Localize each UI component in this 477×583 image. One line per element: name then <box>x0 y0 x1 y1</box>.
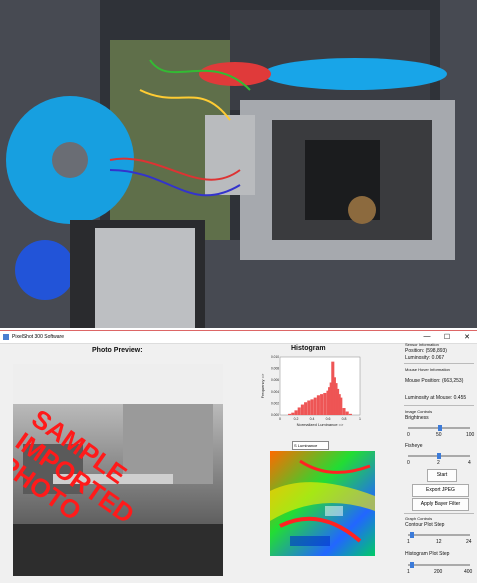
histogram-bar <box>313 397 317 415</box>
start-button[interactable]: Start <box>427 469 457 482</box>
window-title: PixelShot 300 Software <box>12 334 64 340</box>
brightness-label: Brightness <box>405 415 429 421</box>
histogram-tick: 400 <box>464 569 473 575</box>
brightness-tick: 0 <box>407 432 410 438</box>
histogram-bar <box>345 411 349 415</box>
contour-tick: 12 <box>436 539 442 545</box>
minimize-button[interactable]: — <box>417 333 437 341</box>
histogram-bar <box>307 400 311 415</box>
histogram-bar <box>300 404 304 415</box>
maximize-button[interactable]: ☐ <box>437 333 457 341</box>
slider-thumb[interactable] <box>437 453 441 459</box>
fisheye-tick: 4 <box>468 460 471 466</box>
sensor-luminosity: Luminosity: 0.067 <box>405 355 445 361</box>
histogram-bar <box>310 399 314 415</box>
x-tick-label: 1 <box>359 417 361 421</box>
histogram-bar <box>323 392 327 415</box>
histogram-step-label: Histogram Plot Step <box>405 551 450 557</box>
preview-heading: Photo Preview: <box>92 347 143 354</box>
fisheye-tick: 2 <box>437 460 440 466</box>
sensor-group-title: Sensor Information <box>405 342 439 347</box>
close-button[interactable]: ✕ <box>457 333 477 341</box>
mouse-group-title: Mouse Hover Information <box>405 367 450 372</box>
brightness-slider[interactable] <box>408 425 470 431</box>
fisheye-label: Fisheye <box>405 443 423 449</box>
hardware-photo <box>0 0 477 328</box>
x-tick-label: 0.4 <box>310 417 315 421</box>
histogram-tick: 1 <box>407 569 410 575</box>
y-tick-label: 0.002 <box>271 401 279 405</box>
app-window: PixelShot 300 Software — ☐ ✕ Photo Previ… <box>0 330 477 583</box>
contour-tick: 1 <box>407 539 410 545</box>
x-axis-label: Normalized Luminance => <box>297 422 344 427</box>
slider-thumb[interactable] <box>409 562 414 568</box>
mouse-position: Mouse Position: (663,253) <box>405 378 464 384</box>
slider-thumb[interactable] <box>438 425 443 431</box>
y-tick-label: 0.004 <box>271 390 279 394</box>
graph-controls-title: Graph Controls <box>405 516 433 521</box>
histogram-bar <box>294 410 298 415</box>
histogram-bar <box>320 394 324 415</box>
x-tick-label: 0.8 <box>342 417 347 421</box>
image-controls-title: Image Controls <box>405 409 433 414</box>
export-jpeg-button[interactable]: Export JPEG <box>412 484 469 497</box>
divider <box>404 363 474 364</box>
contour-tick: 24 <box>466 539 472 545</box>
brightness-tick: 100 <box>466 432 475 438</box>
histogram-bar <box>348 413 352 415</box>
histogram-chart: 0 0.2 0.4 0.6 0.8 1 0.000 0.002 0.004 0.006 0.008 0… <box>258 353 368 441</box>
fisheye-slider[interactable] <box>408 453 470 459</box>
contour-step-slider[interactable] <box>408 532 470 538</box>
y-tick-label: 0.000 <box>271 413 279 417</box>
histogram-mode-value: S Luminance <box>294 443 318 448</box>
histogram-bar <box>297 407 301 415</box>
slider-thumb[interactable] <box>409 532 414 538</box>
histogram-bar <box>339 397 343 415</box>
y-axis-label: Frequency => <box>260 373 265 398</box>
x-tick-label: 0.6 <box>326 417 331 421</box>
histogram-tick: 200 <box>434 569 443 575</box>
mouse-luminosity: Luminosity at Mouse: 0.455 <box>405 395 467 401</box>
divider <box>404 513 474 514</box>
histogram-bar <box>342 408 346 415</box>
histogram-mode-select[interactable]: S Luminance <box>292 441 329 450</box>
app-icon <box>3 334 9 340</box>
contour-step-label: Contour Plot Step <box>405 522 445 528</box>
histogram-bar <box>316 395 320 415</box>
histogram-bar <box>304 402 308 415</box>
brightness-tick: 50 <box>436 432 442 438</box>
plot-area <box>279 356 361 416</box>
preview-image[interactable]: SAMPLE IMPORTED PHOTO <box>13 364 223 576</box>
y-tick-label: 0.010 <box>271 355 279 359</box>
x-tick-label: 0.2 <box>294 417 299 421</box>
contour-plot <box>270 451 375 556</box>
histogram-step-slider[interactable] <box>408 562 470 568</box>
histogram-heading: Histogram <box>291 345 326 352</box>
fisheye-tick: 0 <box>407 460 410 466</box>
apply-bayer-filter-button[interactable]: Apply Bayer Filter <box>412 498 469 511</box>
sensor-position: Position: (598,893) <box>405 348 447 354</box>
divider <box>404 405 474 406</box>
y-tick-label: 0.008 <box>271 367 279 371</box>
x-tick-label: 0 <box>279 417 281 421</box>
histogram-bar <box>288 413 292 415</box>
y-tick-label: 0.006 <box>271 378 279 382</box>
histogram-bar <box>291 412 295 415</box>
